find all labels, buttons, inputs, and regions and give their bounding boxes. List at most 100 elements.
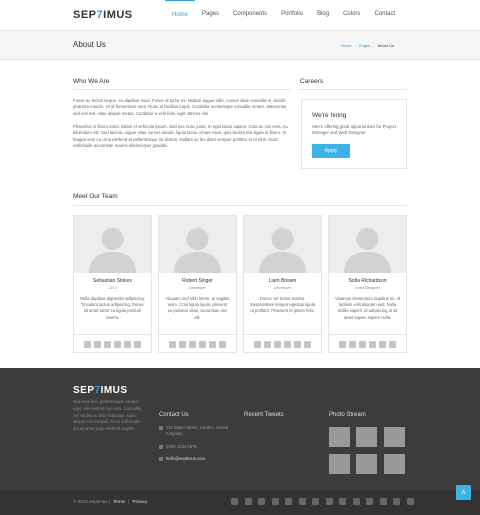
nav-home[interactable]: Home xyxy=(165,0,196,30)
breadcrumb: Home › Pages › About Us xyxy=(341,43,394,48)
photo-stream-thumb[interactable] xyxy=(384,427,405,447)
tumblr-icon[interactable] xyxy=(393,498,400,505)
hiring-title: We're hiring xyxy=(312,112,347,119)
team-member-bio: Nulla dapibus dignissim adipiscing. Tinc… xyxy=(80,296,145,320)
page-title-bar: About Us Home › Pages › About Us xyxy=(0,30,480,60)
tweets-heading: Recent Tweets xyxy=(244,412,284,418)
photo-stream-heading: Photo Stream xyxy=(329,412,366,418)
logo-text-pre: SEP xyxy=(73,9,97,21)
team-member-name: Robert Singer xyxy=(182,278,213,284)
facebook-icon[interactable] xyxy=(231,498,238,505)
email-icon[interactable] xyxy=(219,340,226,348)
twitter-icon[interactable] xyxy=(264,340,271,348)
twitter-icon[interactable] xyxy=(349,340,356,348)
avatar-placeholder xyxy=(159,216,236,273)
youtube-icon[interactable] xyxy=(298,498,306,505)
nav-pages[interactable]: Pages xyxy=(195,0,226,30)
avatar-placeholder xyxy=(329,216,406,273)
skype-icon[interactable] xyxy=(379,340,386,348)
photo-stream-thumb[interactable] xyxy=(329,454,350,474)
nav-components[interactable]: Components xyxy=(226,0,274,30)
team-member-role: CEO xyxy=(108,286,117,290)
team-member-role: Developer xyxy=(273,286,292,290)
linkedin-icon[interactable] xyxy=(114,340,121,348)
skype-icon[interactable] xyxy=(294,340,301,348)
team-member-social xyxy=(329,334,406,353)
chevron-up-icon: ˄ xyxy=(461,488,466,497)
footer-social-icons xyxy=(231,498,414,505)
google-plus-icon[interactable] xyxy=(104,340,111,348)
vimeo-icon[interactable] xyxy=(366,498,373,505)
github-icon[interactable] xyxy=(339,498,346,505)
team-member-card: Sebastian Stokes CEO Nulla dapibus digni… xyxy=(73,215,152,353)
facebook-icon[interactable] xyxy=(254,340,261,348)
rss-icon[interactable] xyxy=(312,498,319,505)
photo-stream-thumb[interactable] xyxy=(384,454,405,474)
phone-text: (000) 1234 5678 xyxy=(166,444,197,449)
team-member-role: Developer xyxy=(188,286,207,290)
skype-icon[interactable] xyxy=(124,340,131,348)
privacy-link[interactable]: Privacy xyxy=(132,499,147,504)
dribbble-icon[interactable] xyxy=(325,498,333,505)
contact-address: 221 Baker Street, London, United Kingdom xyxy=(159,425,229,438)
photo-stream-thumb[interactable] xyxy=(356,454,377,474)
flickr-icon[interactable] xyxy=(379,498,387,505)
main-nav: Home Pages Components Portfolio Blog Col… xyxy=(165,0,402,30)
breadcrumb-pages[interactable]: Pages xyxy=(359,43,370,48)
linkedin-icon[interactable] xyxy=(199,340,206,348)
footer-about-text: Sed eros orci, pellentesque congue eget,… xyxy=(73,399,141,432)
email-icon[interactable] xyxy=(304,340,311,348)
twitter-icon[interactable] xyxy=(94,340,101,348)
avatar-placeholder xyxy=(74,216,151,273)
google-plus-icon[interactable] xyxy=(359,340,366,348)
google-plus-icon[interactable] xyxy=(258,498,265,505)
team-member-card: Liam Bowen Developer Donec vel lectus ma… xyxy=(243,215,322,353)
email-icon[interactable] xyxy=(134,340,141,348)
scroll-to-top-button[interactable]: ˄ xyxy=(456,485,471,500)
team-member-name: Liam Bowen xyxy=(268,278,297,284)
email-link[interactable]: hello@septimus.com xyxy=(166,456,205,462)
linkedin-icon[interactable] xyxy=(284,340,291,348)
site-header: SEP7IMUS Home Pages Components Portfolio… xyxy=(0,0,480,30)
photo-stream-thumb[interactable] xyxy=(329,427,350,447)
footer-bottom-bar: © 2013 Septimus | Terms | Privacy xyxy=(0,490,480,515)
nav-portfolio[interactable]: Portfolio xyxy=(274,0,310,30)
google-plus-icon[interactable] xyxy=(274,340,281,348)
team-member-name: Sofia Richardson xyxy=(348,278,387,284)
nav-colors[interactable]: Colors xyxy=(336,0,367,30)
facebook-icon[interactable] xyxy=(84,340,91,348)
phone-icon xyxy=(159,445,163,449)
linkedin-icon[interactable] xyxy=(369,340,376,348)
email-icon[interactable] xyxy=(389,340,396,348)
who-paragraph-2: Phasellus in libero tortor. Etiam et veh… xyxy=(73,124,288,149)
terms-link[interactable]: Terms xyxy=(113,499,125,504)
twitter-icon[interactable] xyxy=(244,498,252,505)
copyright: © 2013 Septimus | Terms | Privacy xyxy=(73,499,147,504)
site-logo[interactable]: SEP7IMUS xyxy=(73,9,133,21)
team-member-card: Robert Singer Developer Aliquam sed nibh… xyxy=(158,215,237,353)
nav-blog[interactable]: Blog xyxy=(310,0,336,30)
breadcrumb-home[interactable]: Home xyxy=(341,43,352,48)
photo-stream-thumb[interactable] xyxy=(356,427,377,447)
apply-button[interactable]: Apply xyxy=(312,144,350,158)
instagram-icon[interactable] xyxy=(352,498,360,505)
facebook-icon[interactable] xyxy=(339,340,346,348)
google-plus-icon[interactable] xyxy=(189,340,196,348)
twitter-icon[interactable] xyxy=(179,340,186,348)
skype-icon[interactable] xyxy=(209,340,216,348)
contact-heading: Contact Us xyxy=(159,412,189,418)
divider xyxy=(73,89,291,90)
facebook-icon[interactable] xyxy=(169,340,176,348)
copyright-text: © 2013 Septimus | xyxy=(73,499,111,504)
pinterest-icon[interactable] xyxy=(285,498,292,505)
careers-heading: Careers xyxy=(300,78,324,85)
breadcrumb-separator: › xyxy=(373,43,375,48)
who-we-are-heading: Who We Are xyxy=(73,78,110,85)
linkedin-icon[interactable] xyxy=(271,498,279,505)
copyright-separator: | xyxy=(128,499,130,504)
team-heading: Meet Our Team xyxy=(73,193,118,200)
footer-logo[interactable]: SEP7IMUS xyxy=(73,385,128,396)
nav-contact[interactable]: Contact xyxy=(367,0,402,30)
team-member-bio: Vivamus elementum dapibus mi, id facilis… xyxy=(335,296,400,320)
linkedin-icon[interactable] xyxy=(406,498,414,505)
